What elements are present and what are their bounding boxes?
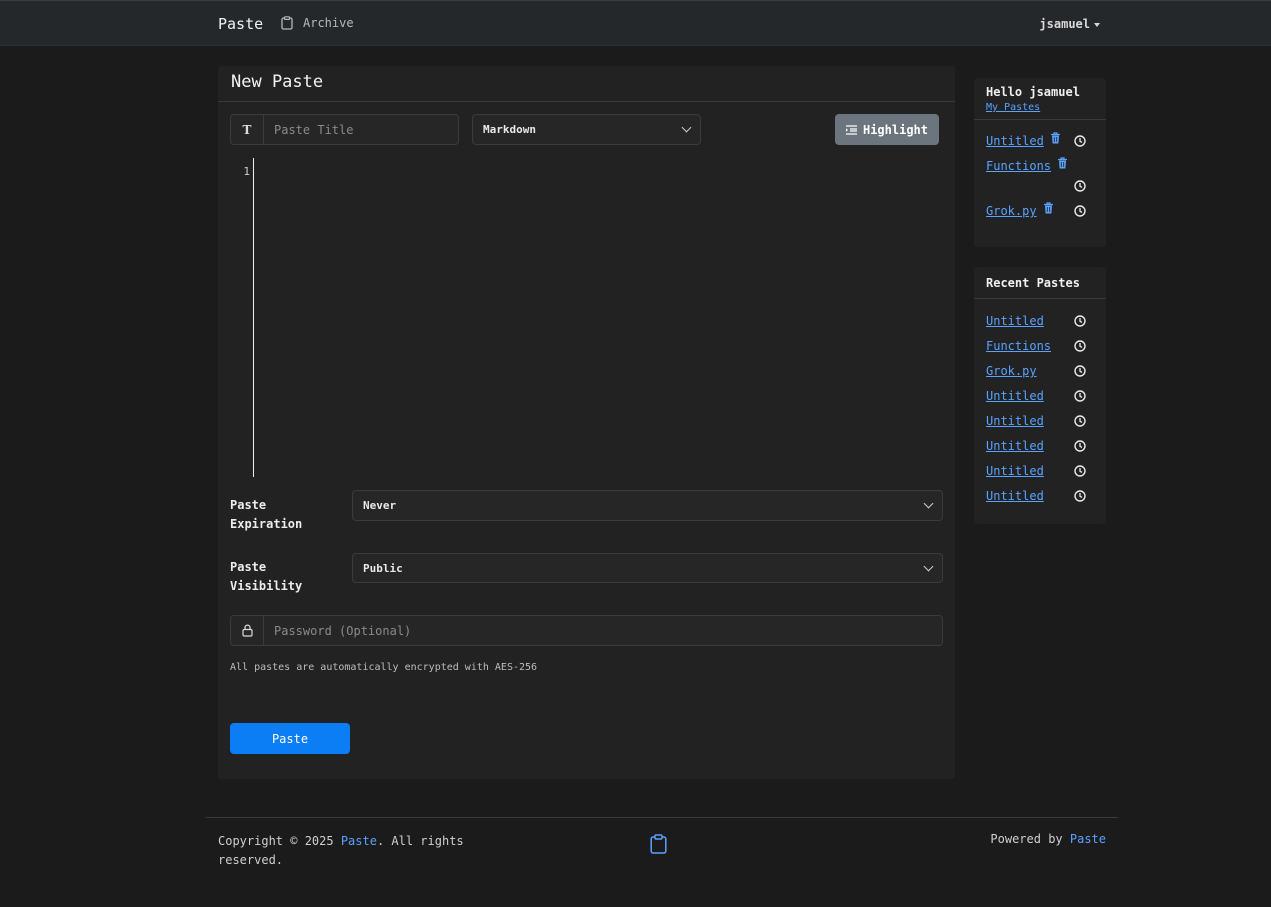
paste-title-input[interactable] (264, 115, 458, 144)
clock-icon (1074, 440, 1086, 452)
recent-paste-link[interactable]: Functions (986, 339, 1051, 353)
line-number: 1 (243, 165, 250, 178)
user-paste-link[interactable]: Functions (986, 159, 1051, 173)
visibility-value: Public (363, 561, 403, 575)
list-item: Untitled (986, 308, 1094, 333)
recent-paste-list: Untitled Functions Grok.py Untitled Unti… (974, 299, 1106, 514)
lock-icon (231, 616, 264, 645)
navbar: Paste Archive jsamuel (0, 0, 1271, 46)
title-input-group: T (230, 114, 459, 145)
user-card-header: Hello jsamuel My Pastes (974, 78, 1106, 120)
recent-title: Recent Pastes (986, 276, 1080, 290)
clock-icon (1074, 205, 1086, 217)
recent-card-header: Recent Pastes (974, 267, 1106, 299)
page-title: New Paste (231, 72, 324, 92)
copyright: Copyright © 2025 Paste. All rights reser… (218, 832, 478, 870)
user-name: jsamuel (1039, 17, 1090, 31)
clock-icon (1074, 415, 1086, 427)
user-card: Hello jsamuel My Pastes Untitled Functio… (974, 78, 1106, 247)
user-paste-link[interactable]: Untitled (986, 134, 1044, 148)
chevron-down-icon (923, 498, 934, 509)
recent-paste-link[interactable]: Untitled (986, 489, 1044, 503)
list-item: Untitled (986, 433, 1094, 458)
new-paste-card: New Paste T Markdown Highlight 1 Paste E… (218, 66, 955, 779)
clock-icon (1074, 465, 1086, 477)
caret-down-icon (1094, 23, 1100, 27)
clipboard-icon (281, 16, 293, 30)
greeting: Hello jsamuel (986, 85, 1080, 99)
clock-icon (1074, 490, 1086, 502)
list-item: Untitled (986, 128, 1094, 153)
visibility-select[interactable]: Public (352, 553, 943, 583)
clock-icon (1074, 340, 1086, 352)
language-value: Markdown (483, 123, 536, 136)
expiration-value: Never (363, 499, 397, 512)
list-item: Functions (986, 153, 1094, 198)
recent-pastes-card: Recent Pastes Untitled Functions Grok.py… (974, 267, 1106, 524)
password-input[interactable] (264, 616, 942, 645)
clock-icon (1074, 365, 1086, 377)
powered-by: Powered by Paste (990, 832, 1106, 846)
recent-paste-link[interactable]: Untitled (986, 314, 1044, 328)
expiration-select[interactable]: Never (352, 490, 943, 521)
paste-submit-button[interactable]: Paste (230, 723, 350, 754)
highlight-label: Highlight (862, 122, 929, 137)
chevron-down-icon (923, 561, 934, 571)
clipboard-icon[interactable] (650, 834, 667, 854)
recent-paste-link[interactable]: Untitled (986, 439, 1044, 453)
editor-gutter: 1 (230, 158, 254, 477)
visibility-label: Paste Visibility (230, 560, 303, 593)
list-item: Grok.py (986, 198, 1094, 223)
brand-link[interactable]: Paste (218, 15, 263, 33)
recent-paste-link[interactable]: Untitled (986, 414, 1044, 428)
list-item: Untitled (986, 408, 1094, 433)
chevron-down-icon (681, 122, 692, 133)
footer-divider (206, 817, 1118, 818)
trash-icon[interactable] (1057, 157, 1068, 169)
clock-icon (1074, 135, 1086, 147)
powered-link[interactable]: Paste (1070, 832, 1106, 846)
user-menu[interactable]: jsamuel (1039, 17, 1100, 31)
code-editor[interactable]: 1 (230, 158, 942, 477)
highlight-button[interactable]: Highlight (835, 114, 939, 145)
trash-icon[interactable] (1050, 132, 1061, 144)
my-pastes-link[interactable]: My Pastes (986, 102, 1094, 113)
indent-icon (845, 124, 857, 135)
language-select[interactable]: Markdown (472, 114, 701, 145)
card-header: New Paste (218, 66, 955, 102)
recent-paste-link[interactable]: Untitled (986, 389, 1044, 403)
list-item: Grok.py (986, 358, 1094, 383)
clock-icon (1074, 315, 1086, 327)
archive-link[interactable]: Archive (281, 16, 354, 30)
text-icon: T (231, 115, 264, 144)
trash-icon[interactable] (1043, 202, 1054, 214)
clock-icon (1074, 390, 1086, 402)
password-input-group (230, 615, 943, 646)
recent-paste-link[interactable]: Untitled (986, 464, 1044, 478)
list-item: Untitled (986, 458, 1094, 483)
recent-paste-link[interactable]: Grok.py (986, 364, 1037, 378)
list-item: Functions (986, 333, 1094, 358)
archive-label: Archive (303, 16, 354, 30)
expiration-label: Paste Expiration (230, 498, 303, 531)
user-paste-list: Untitled Functions Grok.py (974, 120, 1106, 229)
encryption-note: All pastes are automatically encrypted w… (230, 662, 538, 673)
user-paste-link[interactable]: Grok.py (986, 204, 1037, 218)
list-item: Untitled (986, 483, 1094, 508)
list-item: Untitled (986, 383, 1094, 408)
copyright-link[interactable]: Paste (341, 834, 377, 848)
copyright-prefix: Copyright © 2025 (218, 834, 341, 848)
powered-prefix: Powered by (990, 832, 1070, 846)
clock-icon (1074, 180, 1086, 192)
